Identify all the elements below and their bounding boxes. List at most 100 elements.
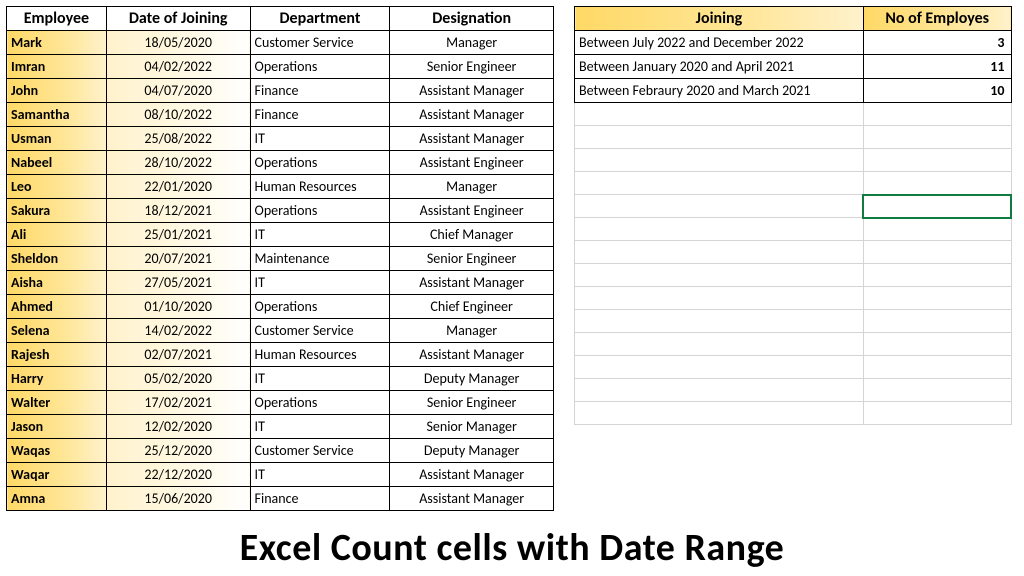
cell-department[interactable]: Operations — [250, 199, 390, 223]
empty-cell[interactable] — [575, 379, 864, 402]
cell-designation[interactable]: Senior Engineer — [390, 55, 554, 79]
cell-employee[interactable]: Jason — [7, 415, 107, 439]
cell-department[interactable]: IT — [250, 415, 390, 439]
cell-joining[interactable]: Between July 2022 and December 2022 — [575, 31, 864, 55]
empty-cell[interactable] — [575, 126, 864, 149]
cell-department[interactable]: Finance — [250, 487, 390, 511]
cell-joining[interactable]: Between Febraury 2020 and March 2021 — [575, 79, 864, 103]
cell-employee[interactable]: Rajesh — [7, 343, 107, 367]
cell-designation[interactable]: Assistant Manager — [390, 487, 554, 511]
cell-date[interactable]: 22/01/2020 — [106, 175, 250, 199]
cell-date[interactable]: 12/02/2020 — [106, 415, 250, 439]
cell-designation[interactable]: Manager — [390, 175, 554, 199]
cell-date[interactable]: 17/02/2021 — [106, 391, 250, 415]
cell-employee[interactable]: Waqar — [7, 463, 107, 487]
cell-designation[interactable]: Deputy Manager — [390, 439, 554, 463]
cell-employee[interactable]: Ahmed — [7, 295, 107, 319]
cell-employee[interactable]: Aisha — [7, 271, 107, 295]
cell-designation[interactable]: Assistant Manager — [390, 343, 554, 367]
cell-date[interactable]: 22/12/2020 — [106, 463, 250, 487]
cell-designation[interactable]: Chief Manager — [390, 223, 554, 247]
cell-designation[interactable]: Assistant Manager — [390, 463, 554, 487]
cell-department[interactable]: IT — [250, 367, 390, 391]
empty-cell[interactable] — [575, 402, 864, 425]
col-date-joining[interactable]: Date of Joining — [106, 7, 250, 31]
cell-employee[interactable]: Sheldon — [7, 247, 107, 271]
empty-cell[interactable] — [863, 402, 1011, 425]
cell-designation[interactable]: Deputy Manager — [390, 367, 554, 391]
empty-cell[interactable] — [575, 241, 864, 264]
cell-date[interactable]: 18/05/2020 — [106, 31, 250, 55]
empty-cell[interactable] — [863, 356, 1011, 379]
empty-cell[interactable] — [863, 379, 1011, 402]
cell-designation[interactable]: Assistant Engineer — [390, 199, 554, 223]
cell-department[interactable]: Operations — [250, 151, 390, 175]
cell-department[interactable]: Operations — [250, 391, 390, 415]
cell-department[interactable]: Human Resources — [250, 343, 390, 367]
cell-department[interactable]: Operations — [250, 55, 390, 79]
cell-employee[interactable]: Ali — [7, 223, 107, 247]
empty-cell[interactable] — [575, 103, 864, 126]
cell-date[interactable]: 25/12/2020 — [106, 439, 250, 463]
cell-date[interactable]: 04/07/2020 — [106, 79, 250, 103]
cell-employee[interactable]: Mark — [7, 31, 107, 55]
cell-designation[interactable]: Assistant Manager — [390, 271, 554, 295]
cell-department[interactable]: Maintenance — [250, 247, 390, 271]
col-designation[interactable]: Designation — [390, 7, 554, 31]
col-employee[interactable]: Employee — [7, 7, 107, 31]
cell-designation[interactable]: Senior Engineer — [390, 247, 554, 271]
cell-employee[interactable]: Amna — [7, 487, 107, 511]
empty-cell[interactable] — [575, 287, 864, 310]
cell-department[interactable]: Customer Service — [250, 31, 390, 55]
cell-date[interactable]: 18/12/2021 — [106, 199, 250, 223]
cell-employee[interactable]: Imran — [7, 55, 107, 79]
cell-date[interactable]: 27/05/2021 — [106, 271, 250, 295]
empty-cell[interactable] — [863, 287, 1011, 310]
empty-cell[interactable] — [575, 264, 864, 287]
cell-department[interactable]: Customer Service — [250, 319, 390, 343]
cell-date[interactable]: 28/10/2022 — [106, 151, 250, 175]
active-cell[interactable] — [863, 195, 1011, 218]
cell-department[interactable]: Operations — [250, 295, 390, 319]
empty-cell[interactable] — [863, 103, 1011, 126]
cell-designation[interactable]: Senior Manager — [390, 415, 554, 439]
cell-designation[interactable]: Manager — [390, 31, 554, 55]
empty-cell[interactable] — [575, 195, 864, 218]
cell-department[interactable]: Finance — [250, 103, 390, 127]
empty-cell[interactable] — [575, 356, 864, 379]
cell-department[interactable]: IT — [250, 271, 390, 295]
cell-designation[interactable]: Assistant Manager — [390, 127, 554, 151]
cell-employee[interactable]: Samantha — [7, 103, 107, 127]
cell-employee[interactable]: Sakura — [7, 199, 107, 223]
empty-cell[interactable] — [863, 172, 1011, 195]
cell-department[interactable]: IT — [250, 223, 390, 247]
empty-cell[interactable] — [863, 241, 1011, 264]
cell-date[interactable]: 25/08/2022 — [106, 127, 250, 151]
cell-date[interactable]: 08/10/2022 — [106, 103, 250, 127]
cell-employee[interactable]: John — [7, 79, 107, 103]
cell-joining[interactable]: Between January 2020 and April 2021 — [575, 55, 864, 79]
cell-employee[interactable]: Walter — [7, 391, 107, 415]
empty-cell[interactable] — [575, 310, 864, 333]
cell-date[interactable]: 20/07/2021 — [106, 247, 250, 271]
col-count[interactable]: No of Employes — [863, 7, 1011, 31]
empty-cell[interactable] — [863, 333, 1011, 356]
cell-date[interactable]: 04/02/2022 — [106, 55, 250, 79]
empty-cell[interactable] — [575, 172, 864, 195]
cell-department[interactable]: IT — [250, 463, 390, 487]
empty-cell[interactable] — [575, 333, 864, 356]
cell-department[interactable]: IT — [250, 127, 390, 151]
cell-employee[interactable]: Usman — [7, 127, 107, 151]
cell-employee[interactable]: Harry — [7, 367, 107, 391]
cell-date[interactable]: 25/01/2021 — [106, 223, 250, 247]
col-joining[interactable]: Joining — [575, 7, 864, 31]
cell-count[interactable]: 10 — [863, 79, 1011, 103]
cell-designation[interactable]: Assistant Manager — [390, 79, 554, 103]
cell-date[interactable]: 05/02/2020 — [106, 367, 250, 391]
cell-count[interactable]: 3 — [863, 31, 1011, 55]
cell-date[interactable]: 02/07/2021 — [106, 343, 250, 367]
cell-employee[interactable]: Nabeel — [7, 151, 107, 175]
cell-designation[interactable]: Senior Engineer — [390, 391, 554, 415]
empty-cell[interactable] — [575, 149, 864, 172]
cell-designation[interactable]: Chief Engineer — [390, 295, 554, 319]
